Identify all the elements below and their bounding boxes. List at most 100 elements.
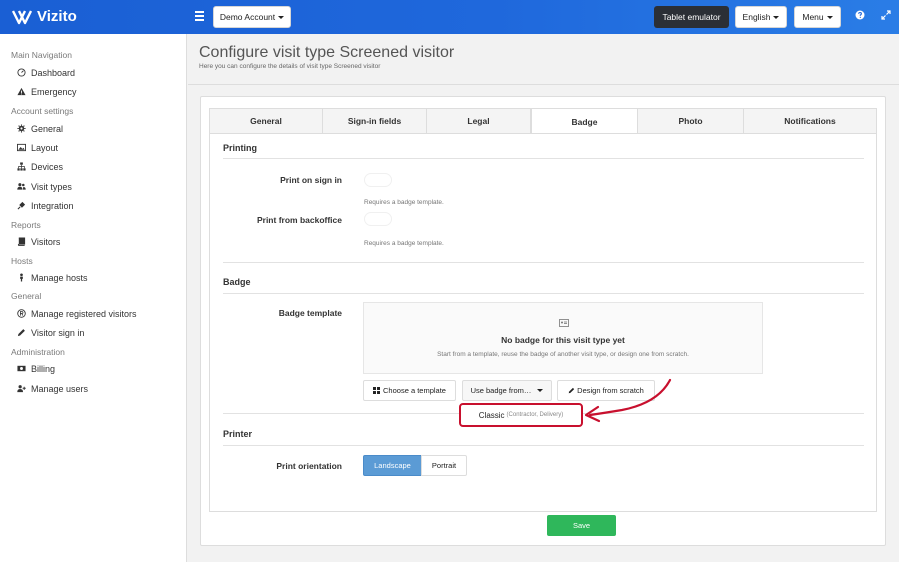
sidebar-section-title: Administration — [11, 347, 65, 357]
tab-label: Photo — [678, 116, 703, 126]
sidebar-item-label: Emergency — [31, 86, 77, 97]
sidebar-section-title: Reports — [11, 220, 41, 230]
page-title: Configure visit type Screened visitor — [199, 44, 455, 61]
sidebar-item-label: Devices — [31, 161, 64, 172]
tab-legal[interactable]: Legal — [426, 108, 531, 134]
print-orientation-label: Print orientation — [276, 461, 342, 471]
sidebar-item-dashboard[interactable]: Dashboard — [16, 67, 75, 78]
pencil-icon — [568, 387, 575, 394]
sidebar-item-label: Manage hosts — [31, 272, 88, 283]
users-icon — [16, 181, 27, 192]
chevron-down-icon — [278, 15, 285, 19]
tab-label: Legal — [467, 116, 490, 126]
use-badge-from-dropdown[interactable]: Use badge from… — [462, 380, 552, 401]
badge-empty-subtitle: Start from a template, reuse the badge o… — [437, 351, 689, 358]
print-from-backoffice-hint: Requires a badge template. — [364, 240, 444, 247]
landscape-label: Landscape — [374, 461, 411, 470]
tab-badge[interactable]: Badge — [531, 108, 638, 135]
section-divider — [223, 293, 864, 294]
tab-bar: General Sign-in fields Legal Badge Photo… — [209, 108, 877, 135]
sidebar-item-manage-hosts[interactable]: Manage hosts — [16, 272, 88, 283]
account-label: Demo Account — [219, 12, 276, 22]
sidebar-item-visitor-sign-in[interactable]: Visitor sign in — [16, 327, 84, 338]
choose-template-button[interactable]: Choose a template — [363, 380, 456, 401]
sidebar-item-visitors[interactable]: Visitors — [16, 236, 60, 247]
sidebar-item-layout[interactable]: Layout — [16, 142, 58, 153]
account-dropdown[interactable]: Demo Account — [213, 6, 291, 28]
gauge-icon — [16, 67, 27, 78]
brand-name: Vizito — [37, 8, 77, 25]
language-dropdown[interactable]: English — [735, 6, 787, 28]
use-badge-label: Use badge from… — [470, 386, 532, 395]
tab-label: General — [250, 116, 282, 126]
sidebar-item-label: Manage users — [31, 383, 89, 394]
tab-label: Badge — [571, 116, 598, 127]
sidebar-item-general[interactable]: General — [16, 123, 63, 134]
brand-logo[interactable]: Vizito — [12, 8, 77, 25]
print-on-sign-in-toggle[interactable] — [364, 173, 392, 187]
option-meta: (Contractor, Delivery) — [506, 412, 564, 418]
page-header: Configure visit type Screened visitor He… — [199, 44, 454, 70]
print-on-sign-in-hint: Requires a badge template. — [364, 199, 444, 206]
registered-icon — [16, 308, 27, 319]
image-icon — [16, 142, 27, 153]
printing-section-title: Printing — [223, 143, 257, 153]
vizito-logo-icon — [12, 9, 32, 24]
sidebar-item-integration[interactable]: Integration — [16, 200, 74, 211]
gear-icon — [16, 123, 27, 134]
section-divider — [223, 445, 864, 446]
tablet-emulator-button[interactable]: Tablet emulator — [654, 6, 729, 28]
sidebar-item-label: Manage registered visitors — [31, 308, 137, 319]
grid-icon — [373, 387, 381, 394]
tab-general[interactable]: General — [209, 108, 323, 134]
tablet-emulator-label: Tablet emulator — [662, 12, 721, 22]
sidebar-item-label: General — [31, 123, 64, 134]
sidebar-item-label: Billing — [31, 363, 56, 374]
tab-notifications[interactable]: Notifications — [743, 108, 877, 134]
warning-icon — [16, 86, 27, 97]
sidebar-item-billing[interactable]: Billing — [16, 363, 55, 374]
sidebar-item-devices[interactable]: Devices — [16, 161, 63, 172]
dropdown-option-classic[interactable]: Classic (Contractor, Delivery) — [459, 403, 583, 427]
badge-empty-title: No badge for this visit type yet — [501, 335, 625, 345]
menu-dropdown[interactable]: Menu — [794, 6, 841, 28]
option-name: Classic — [478, 410, 505, 420]
landscape-option[interactable]: Landscape — [363, 455, 422, 476]
sidebar-item-label: Layout — [31, 142, 59, 153]
top-navbar: Vizito Demo Account Tablet emulator Engl… — [0, 0, 899, 34]
language-label: English — [742, 12, 771, 22]
tab-photo[interactable]: Photo — [637, 108, 744, 134]
sidebar-item-registered-visitors[interactable]: Manage registered visitors — [16, 308, 137, 319]
print-on-sign-in-label: Print on sign in — [280, 175, 342, 185]
badge-template-label: Badge template — [278, 308, 342, 318]
tab-label: Sign-in fields — [347, 116, 402, 126]
sidebar-item-label: Visitor sign in — [31, 327, 85, 338]
expand-icon[interactable] — [879, 10, 893, 24]
person-icon — [16, 272, 27, 283]
annotation-arrow — [584, 378, 672, 423]
sidebar-item-label: Visitors — [31, 236, 61, 247]
tab-sign-in-fields[interactable]: Sign-in fields — [322, 108, 427, 134]
chevron-down-icon — [537, 389, 544, 392]
save-button[interactable]: Save — [547, 515, 616, 536]
chevron-down-icon — [773, 15, 780, 19]
sidebar-item-emergency[interactable]: Emergency — [16, 86, 77, 97]
sidebar-item-manage-users[interactable]: Manage users — [16, 383, 88, 394]
portrait-option[interactable]: Portrait — [421, 455, 467, 476]
hamburger-menu-icon[interactable] — [195, 11, 204, 21]
plug-icon — [16, 200, 27, 211]
book-icon — [16, 236, 27, 247]
sidebar-section-title: Main Navigation — [11, 50, 72, 60]
print-from-backoffice-label: Print from backoffice — [256, 215, 342, 225]
tab-label: Notifications — [784, 116, 836, 126]
choose-template-label: Choose a template — [383, 386, 446, 395]
section-divider — [223, 158, 864, 159]
print-from-backoffice-toggle[interactable] — [364, 212, 392, 226]
badge-section-title: Badge — [223, 277, 251, 287]
header-divider — [188, 84, 899, 85]
sidebar-section-title: Account settings — [11, 106, 74, 116]
chevron-down-icon — [826, 15, 833, 19]
question-icon[interactable] — [853, 10, 867, 24]
sidebar-item-visit-types[interactable]: Visit types — [16, 181, 72, 192]
printer-section-title: Printer — [223, 429, 253, 439]
